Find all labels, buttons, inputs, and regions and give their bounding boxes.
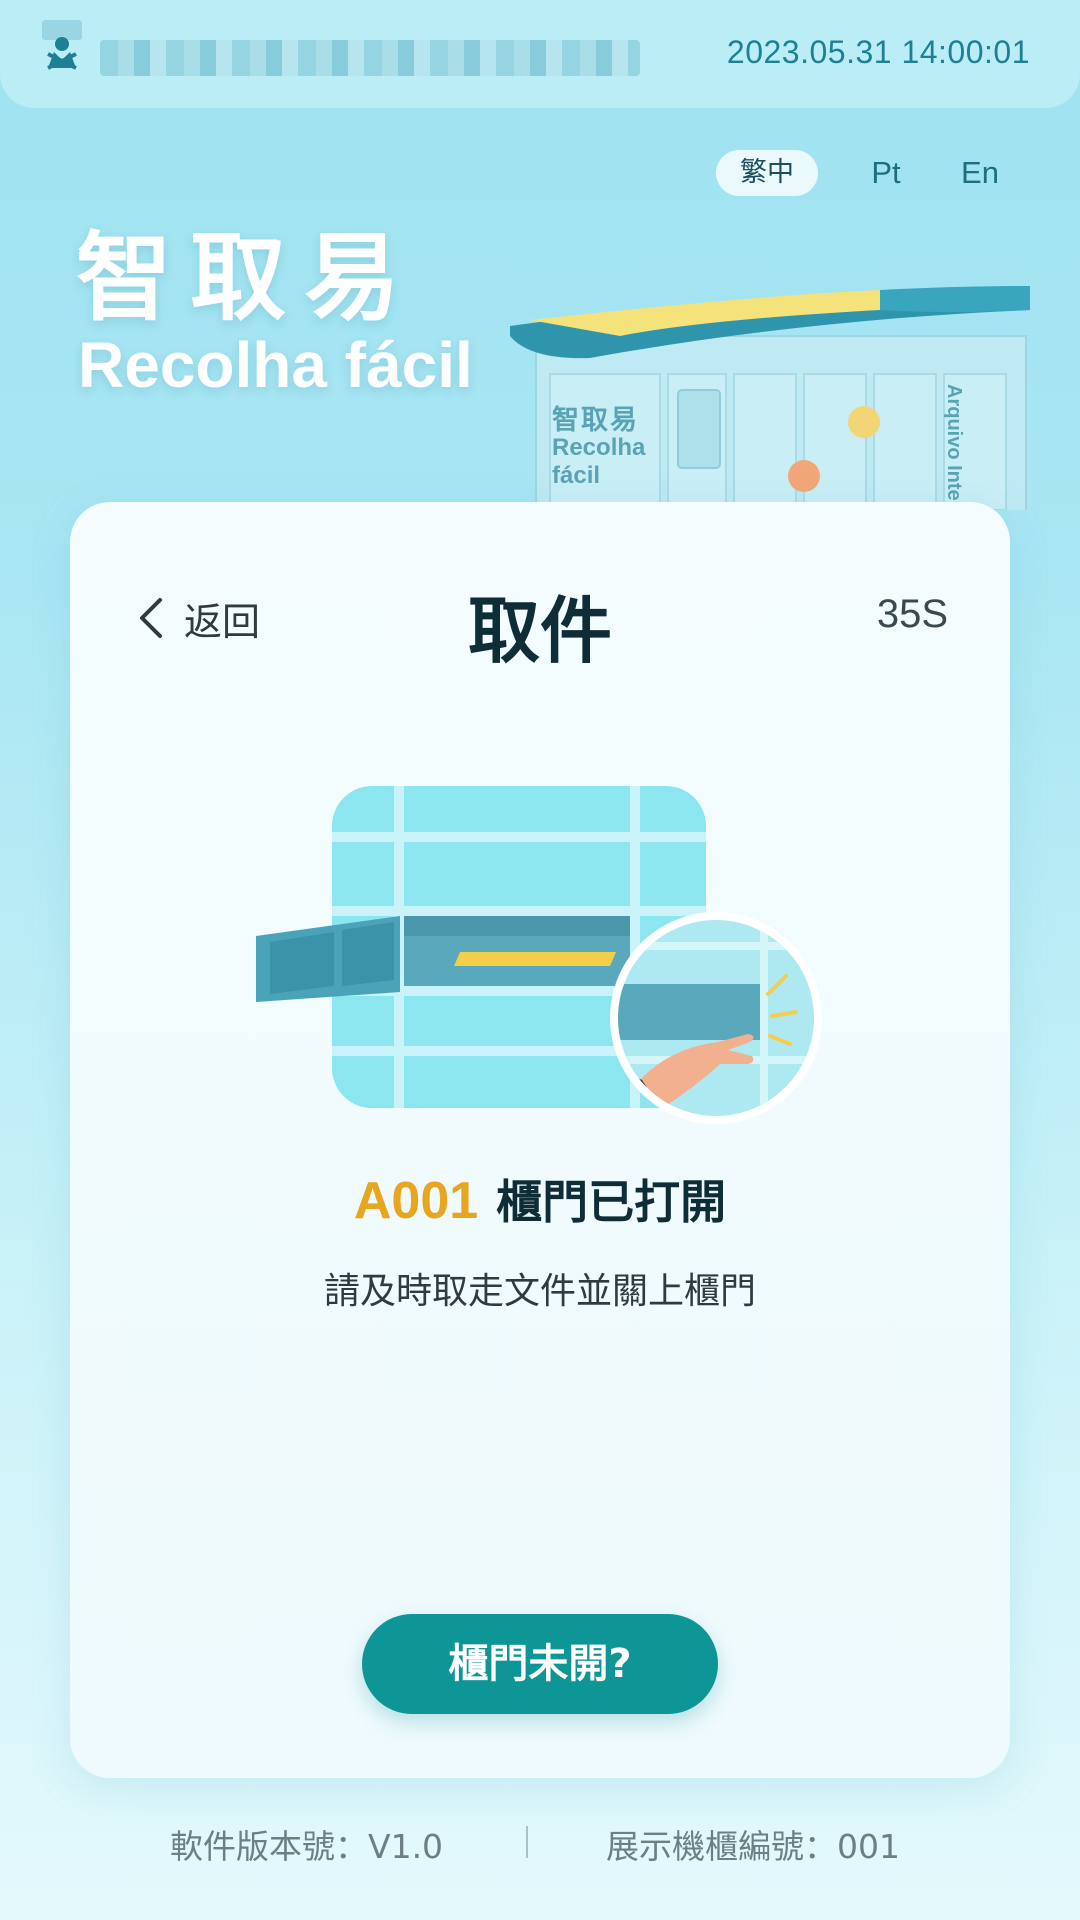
locker-opened-illustration: [256, 786, 822, 1124]
top-bar: 2023.05.31 14:00:01: [0, 0, 1080, 108]
cabinet-number: 展示機櫃編號：001: [606, 1827, 900, 1866]
blurred-name-placeholder: [100, 40, 640, 76]
door-open-status: A001 櫃門已打開: [0, 1166, 1080, 1232]
door-open-message: 櫃門已打開: [496, 1175, 727, 1229]
lang-pt-button[interactable]: Pt: [856, 150, 916, 196]
footer-divider: [526, 1826, 528, 1858]
software-version: 軟件版本號：V1.0: [170, 1827, 444, 1866]
pickup-instruction: 請及時取走文件並關上櫃門: [323, 1271, 756, 1312]
brand-name-zh: 智取易: [76, 222, 418, 334]
lang-en-button[interactable]: En: [950, 150, 1010, 196]
kiosk-label-zh: 智取易: [552, 405, 639, 436]
pickup-card: [70, 502, 1010, 1778]
kiosk-side-text: Arquivo Inte: [943, 384, 965, 501]
door-not-open-button[interactable]: 櫃門未開?: [362, 1614, 718, 1714]
kiosk-label-pt: Recolha fácil: [552, 434, 646, 489]
brand-name-pt: Recolha fácil: [78, 329, 473, 401]
cabinet-id: A001: [353, 1172, 479, 1230]
datetime: 2023.05.31 14:00:01: [726, 34, 1030, 70]
countdown-timer: 35S: [876, 592, 948, 636]
courier-person-icon: [42, 20, 82, 70]
lang-zh-button[interactable]: 繁中: [716, 150, 818, 196]
